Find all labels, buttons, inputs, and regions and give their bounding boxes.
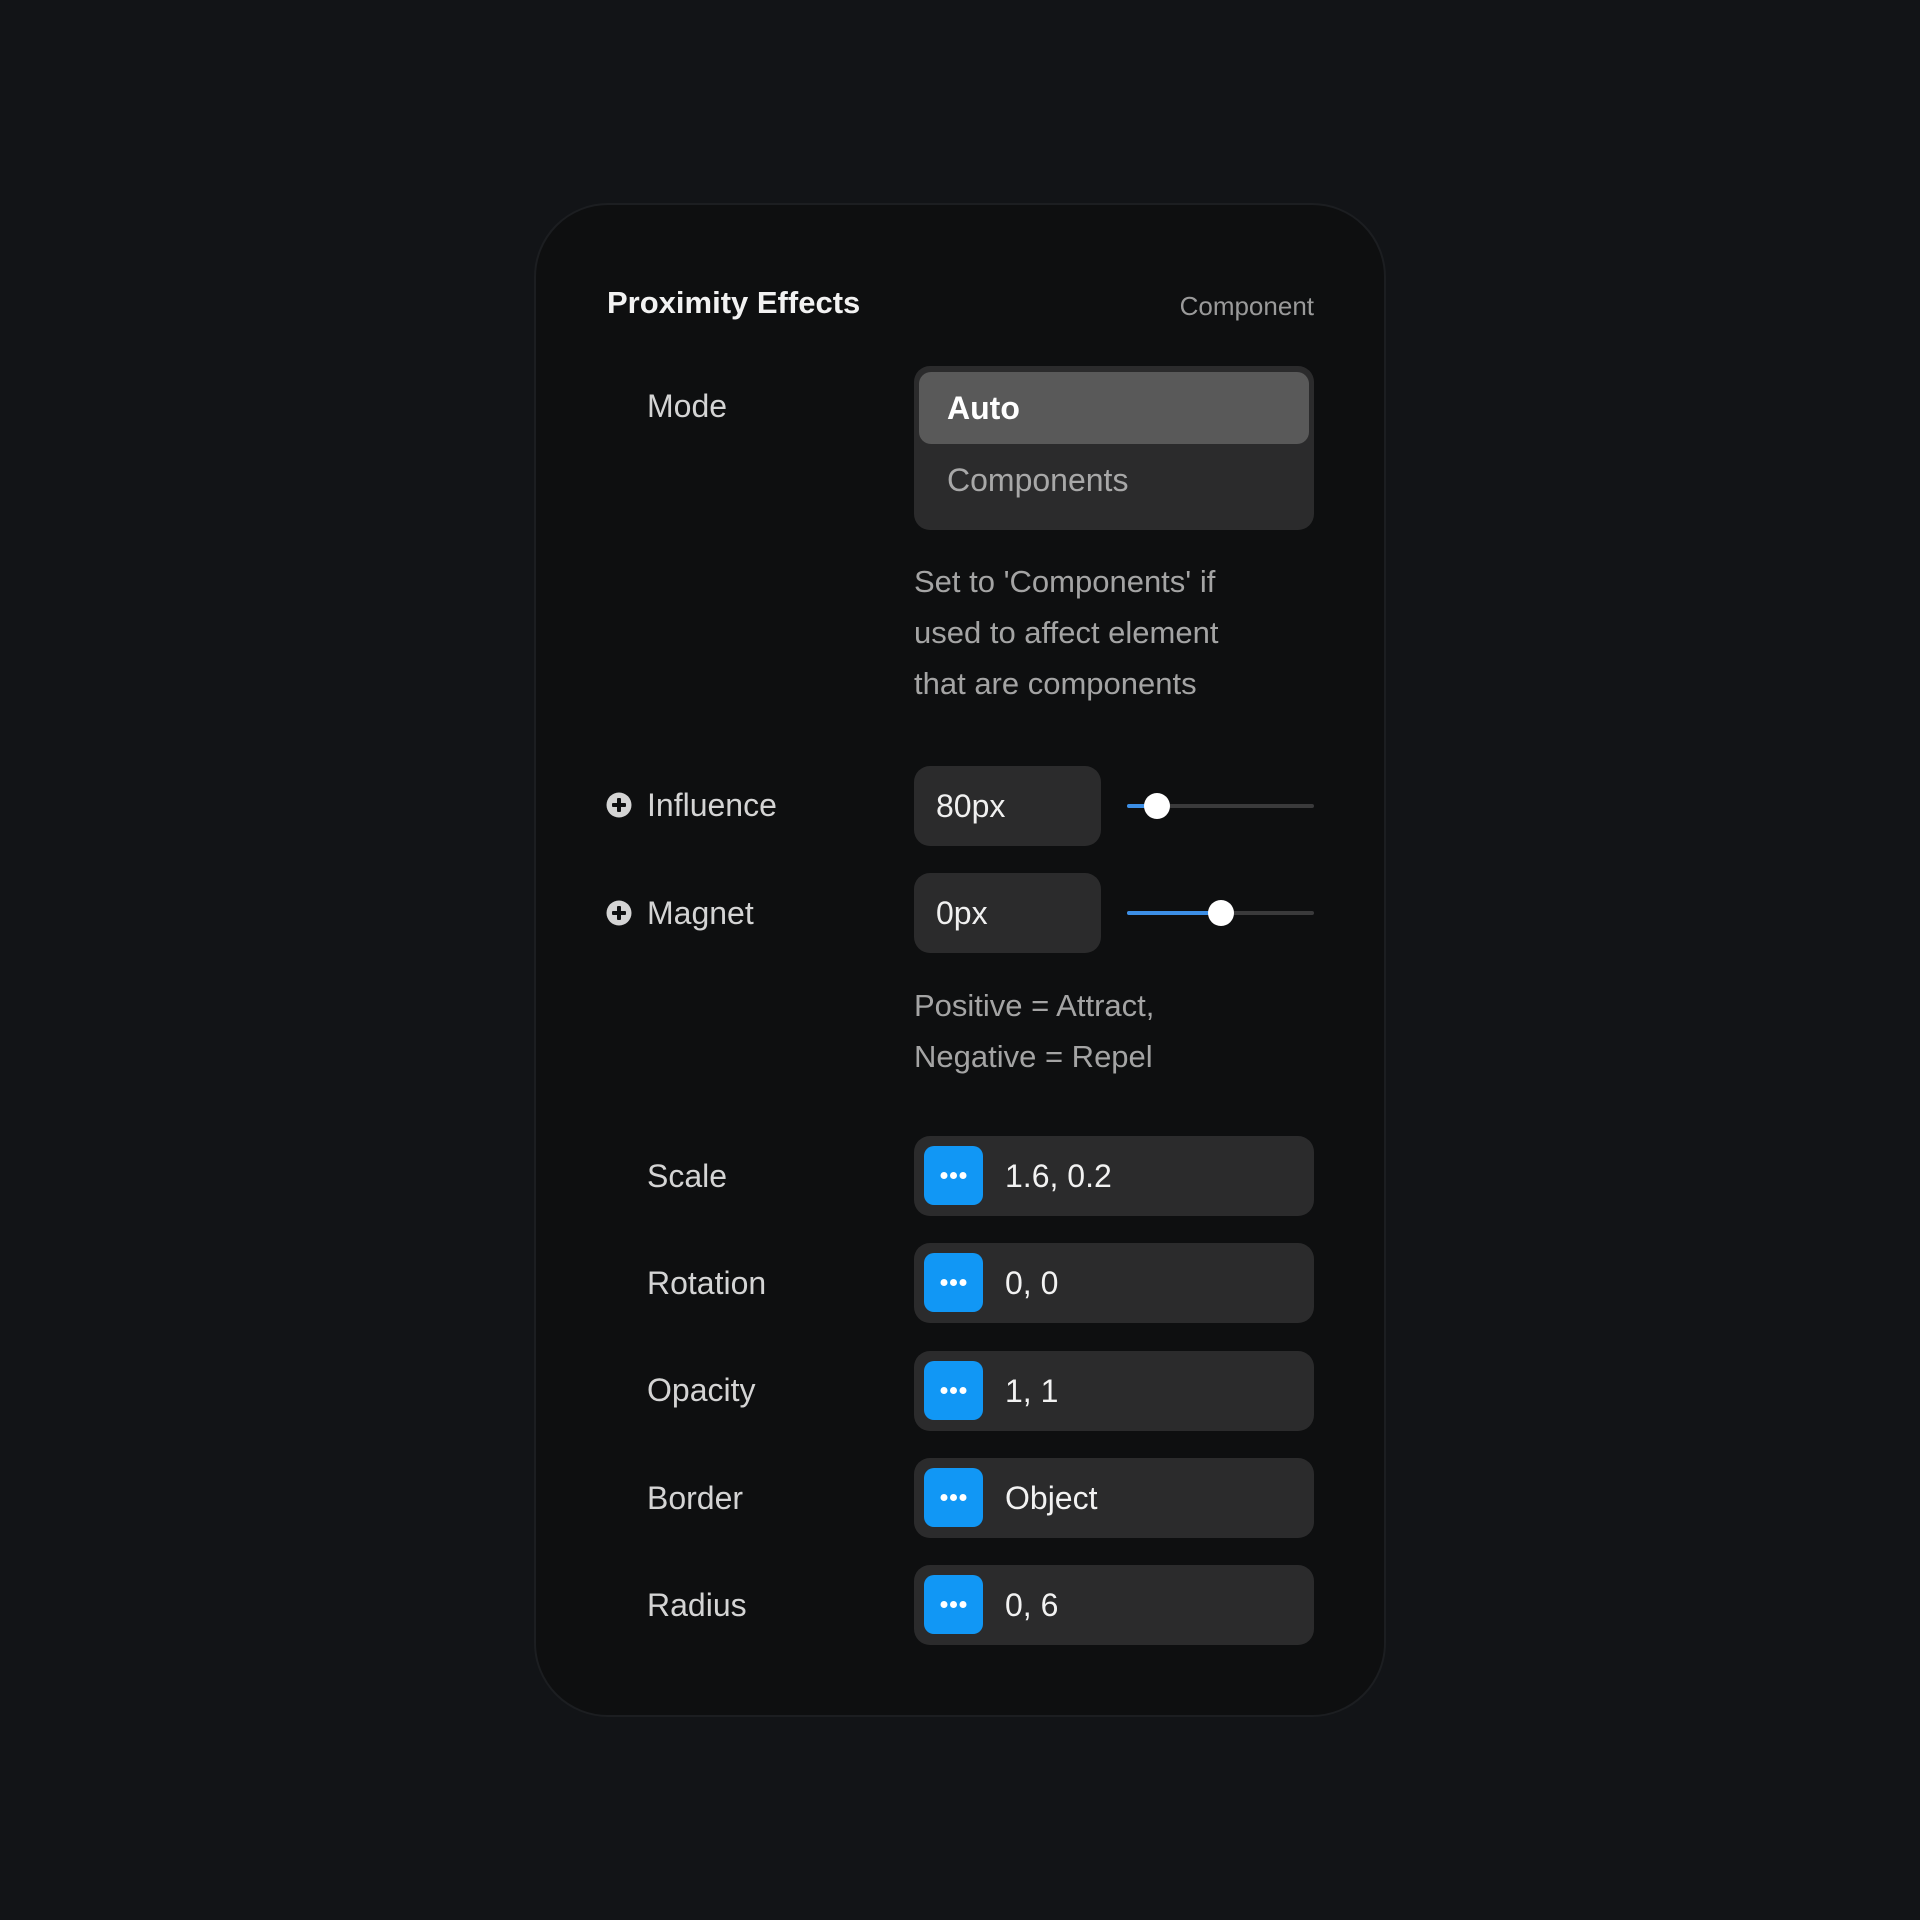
influence-label: Influence [647,787,777,823]
add-circle-icon[interactable] [606,900,632,926]
more-dots-icon [940,1601,967,1608]
mode-option-components[interactable]: Components [919,444,1309,516]
opacity-options-button[interactable] [924,1361,983,1420]
opacity-label: Opacity [647,1372,756,1408]
magnet-slider[interactable] [1127,898,1314,928]
panel-title: Proximity Effects [607,285,861,320]
rotation-label: Rotation [647,1265,767,1301]
more-dots-icon [940,1494,967,1501]
more-dots-icon [940,1387,967,1394]
more-dots-icon [940,1279,967,1286]
border-label: Border [647,1480,744,1516]
rotation-field[interactable]: 0, 0 [914,1243,1314,1323]
mode-description-line: Set to 'Components' if [914,564,1216,599]
slider-handle[interactable] [1207,900,1234,926]
border-options-button[interactable] [924,1468,983,1527]
influence-input[interactable]: 80px [914,766,1101,846]
panel-subtitle: Component [1179,291,1314,321]
slider-handle[interactable] [1143,793,1170,819]
add-circle-icon[interactable] [606,792,632,818]
more-dots-icon [940,1172,967,1179]
mode-label: Mode [647,388,728,424]
magnet-description-line: Negative = Repel [914,1039,1153,1074]
rotation-options-button[interactable] [924,1253,983,1312]
mode-description-line: used to affect element [914,615,1219,650]
radius-label: Radius [647,1587,747,1623]
slider-fill [1127,911,1221,915]
rotation-value: 0, 0 [1005,1265,1059,1301]
magnet-label: Magnet [647,895,754,931]
mode-description: Set to 'Components' if used to affect el… [914,556,1334,709]
radius-value: 0, 6 [1005,1587,1059,1623]
scale-label: Scale [647,1158,728,1194]
mode-description-line: that are components [914,666,1197,701]
magnet-input[interactable]: 0px [914,873,1101,953]
mode-segmented-control: Auto Components [914,366,1314,530]
border-value: Object [1005,1480,1098,1516]
magnet-description: Positive = Attract, Negative = Repel [914,980,1334,1082]
magnet-description-line: Positive = Attract, [914,988,1155,1023]
opacity-value: 1, 1 [1005,1373,1059,1409]
influence-slider[interactable] [1127,791,1314,821]
radius-options-button[interactable] [924,1575,983,1634]
opacity-field[interactable]: 1, 1 [914,1351,1314,1431]
border-field[interactable]: Object [914,1458,1314,1538]
mode-option-auto[interactable]: Auto [919,372,1309,444]
scale-field[interactable]: 1.6, 0.2 [914,1136,1314,1216]
radius-field[interactable]: 0, 6 [914,1565,1314,1645]
scale-options-button[interactable] [924,1146,983,1205]
scale-value: 1.6, 0.2 [1005,1158,1112,1194]
